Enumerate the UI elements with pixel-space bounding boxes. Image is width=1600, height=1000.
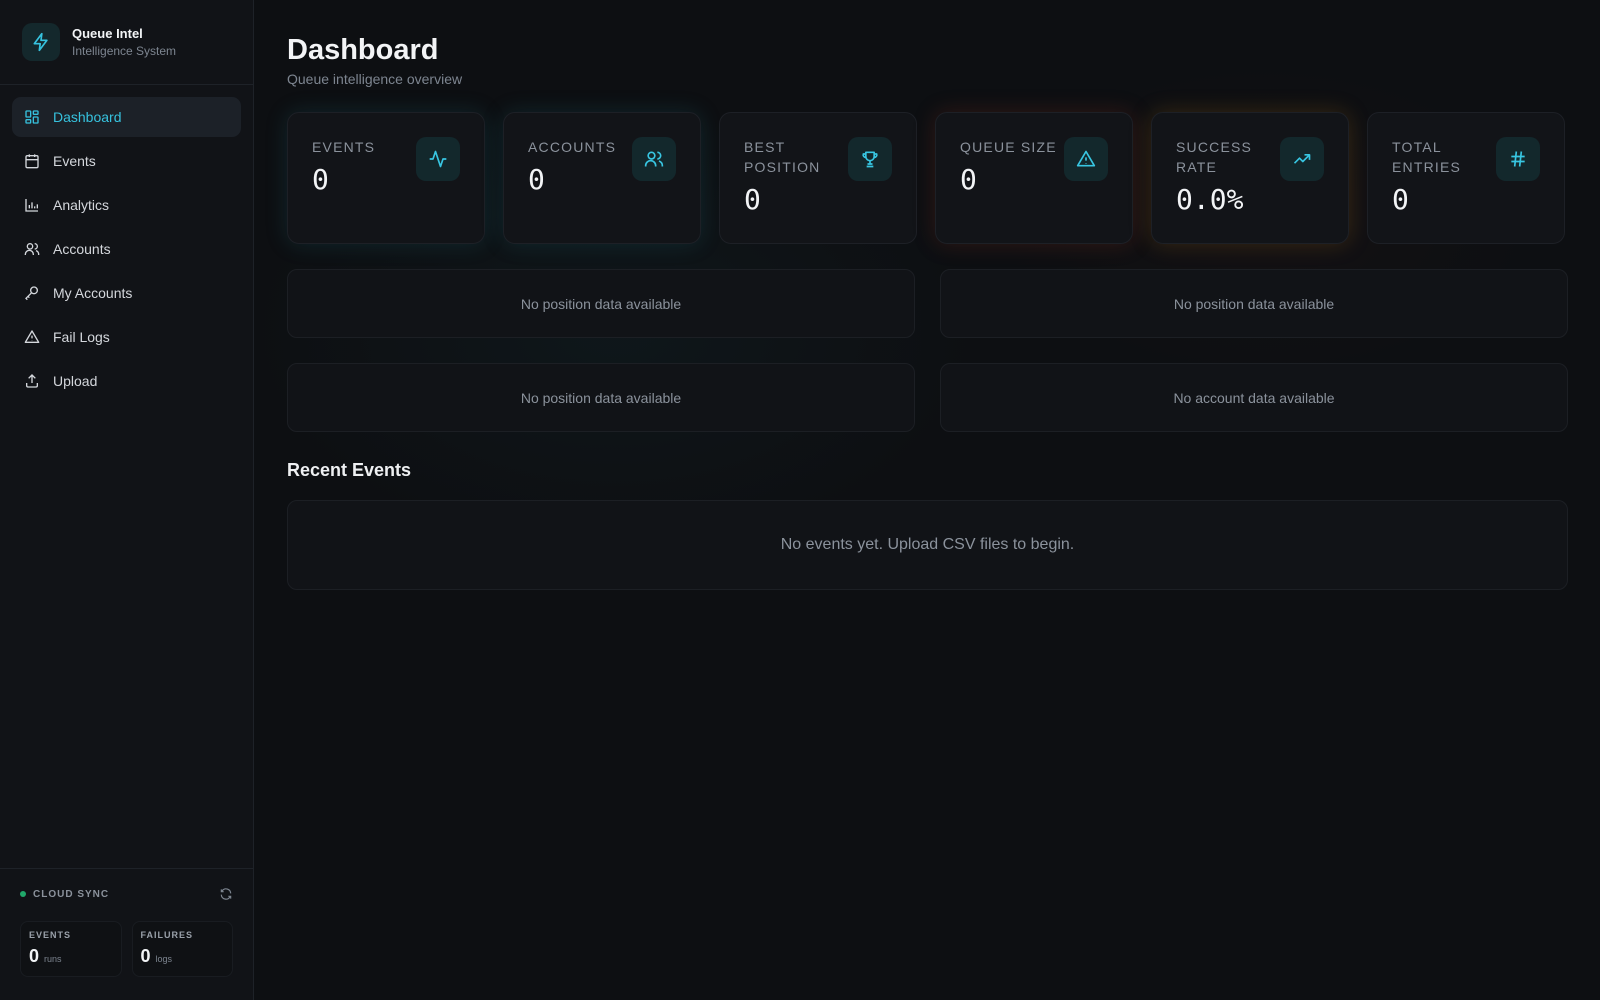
account-chart-panel: No account data available — [940, 363, 1568, 432]
stat-card-best-position: BEST POSITION 0 — [719, 112, 917, 244]
brand-title: Queue Intel — [72, 26, 143, 41]
brand: Queue Intel Intelligence System — [0, 0, 253, 85]
warning-icon — [1064, 137, 1108, 181]
users-icon — [632, 137, 676, 181]
sidebar-item-label: Analytics — [53, 197, 110, 213]
warning-icon — [24, 330, 40, 343]
grid-icon — [25, 110, 39, 124]
sync-failures-card: FAILURES 0 logs — [131, 921, 233, 977]
stat-card-events: EVENTS 0 — [287, 112, 485, 244]
sidebar-item-dashboard[interactable]: Dashboard — [12, 97, 241, 137]
activity-icon — [416, 137, 460, 181]
sync-events-card: EVENTS 0 runs — [20, 921, 122, 977]
sidebar-item-my-accounts[interactable]: My Accounts — [12, 273, 241, 313]
stat-card-total-entries: TOTAL ENTRIES 0 — [1367, 112, 1565, 244]
stat-label: EVENTS — [312, 139, 376, 155]
chart-panels-row-2: No position data available No account da… — [287, 363, 1568, 432]
refresh-icon[interactable] — [219, 887, 233, 901]
users-icon — [24, 243, 40, 255]
recent-events-empty: No events yet. Upload CSV files to begin… — [287, 500, 1568, 590]
key-icon — [25, 286, 38, 301]
trophy-icon — [848, 137, 892, 181]
sidebar-item-upload[interactable]: Upload — [12, 361, 241, 401]
stat-value: 0.0% — [1176, 183, 1244, 216]
status-dot — [20, 891, 26, 897]
sidebar-item-label: Upload — [53, 373, 98, 389]
stats-row: EVENTS 0 ACCOUNTS 0 BEST POSITION 0 QUEU… — [287, 112, 1568, 244]
stat-card-queue-size: QUEUE SIZE 0 — [935, 112, 1133, 244]
position-chart-panel: No position data available — [287, 269, 915, 338]
cloud-sync-panel: CLOUD SYNC EVENTS 0 runs FAILURES 0 logs — [0, 868, 253, 1000]
upload-icon — [26, 374, 38, 388]
recent-events-title: Recent Events — [287, 460, 412, 480]
lightning-icon — [22, 23, 60, 61]
sidebar-item-label: My Accounts — [53, 285, 133, 301]
stat-label: SUCCESS RATE — [1176, 139, 1253, 175]
stat-card-success-rate: SUCCESS RATE 0.0% — [1151, 112, 1349, 244]
stat-card-accounts: ACCOUNTS 0 — [503, 112, 701, 244]
sidebar-item-fail-logs[interactable]: Fail Logs — [12, 317, 241, 357]
stat-label: ACCOUNTS — [528, 139, 617, 155]
cloud-sync-label: CLOUD SYNC — [33, 888, 110, 900]
sync-events-unit: runs — [44, 954, 62, 964]
position-chart-panel: No position data available — [287, 363, 915, 432]
stat-label: QUEUE SIZE — [960, 139, 1057, 155]
sidebar-item-accounts[interactable]: Accounts — [12, 229, 241, 269]
brand-subtitle: Intelligence System — [72, 44, 177, 58]
sync-failures-value: 0 — [140, 946, 151, 966]
stat-value: 0 — [744, 183, 761, 216]
calendar-icon — [25, 154, 39, 169]
sidebar-item-label: Events — [53, 153, 96, 169]
sidebar-item-events[interactable]: Events — [12, 141, 241, 181]
sidebar: Queue Intel Intelligence System Dashboar… — [0, 0, 254, 1000]
main-content: Dashboard Queue intelligence overview EV… — [254, 0, 1600, 1000]
sync-events-key: EVENTS — [29, 930, 72, 940]
sidebar-item-label: Accounts — [53, 241, 111, 257]
page-title: Dashboard — [287, 34, 439, 66]
trending-up-icon — [1280, 137, 1324, 181]
sidebar-item-label: Dashboard — [53, 109, 122, 125]
sync-failures-unit: logs — [155, 954, 173, 964]
sync-events-value: 0 — [29, 946, 40, 966]
sidebar-item-analytics[interactable]: Analytics — [12, 185, 241, 225]
position-chart-panel: No position data available — [940, 269, 1568, 338]
stat-value: 0 — [1392, 183, 1409, 216]
stat-label: BEST POSITION — [744, 139, 821, 175]
bar-chart-icon — [25, 199, 38, 212]
hash-icon — [1496, 137, 1540, 181]
sidebar-nav: Dashboard Events Analytics Accounts My A… — [0, 85, 253, 413]
sidebar-item-label: Fail Logs — [53, 329, 110, 345]
stat-label: TOTAL ENTRIES — [1392, 139, 1462, 175]
page-subtitle: Queue intelligence overview — [287, 71, 463, 87]
sync-failures-key: FAILURES — [140, 930, 194, 940]
chart-panels-row-1: No position data available No position d… — [287, 269, 1568, 338]
